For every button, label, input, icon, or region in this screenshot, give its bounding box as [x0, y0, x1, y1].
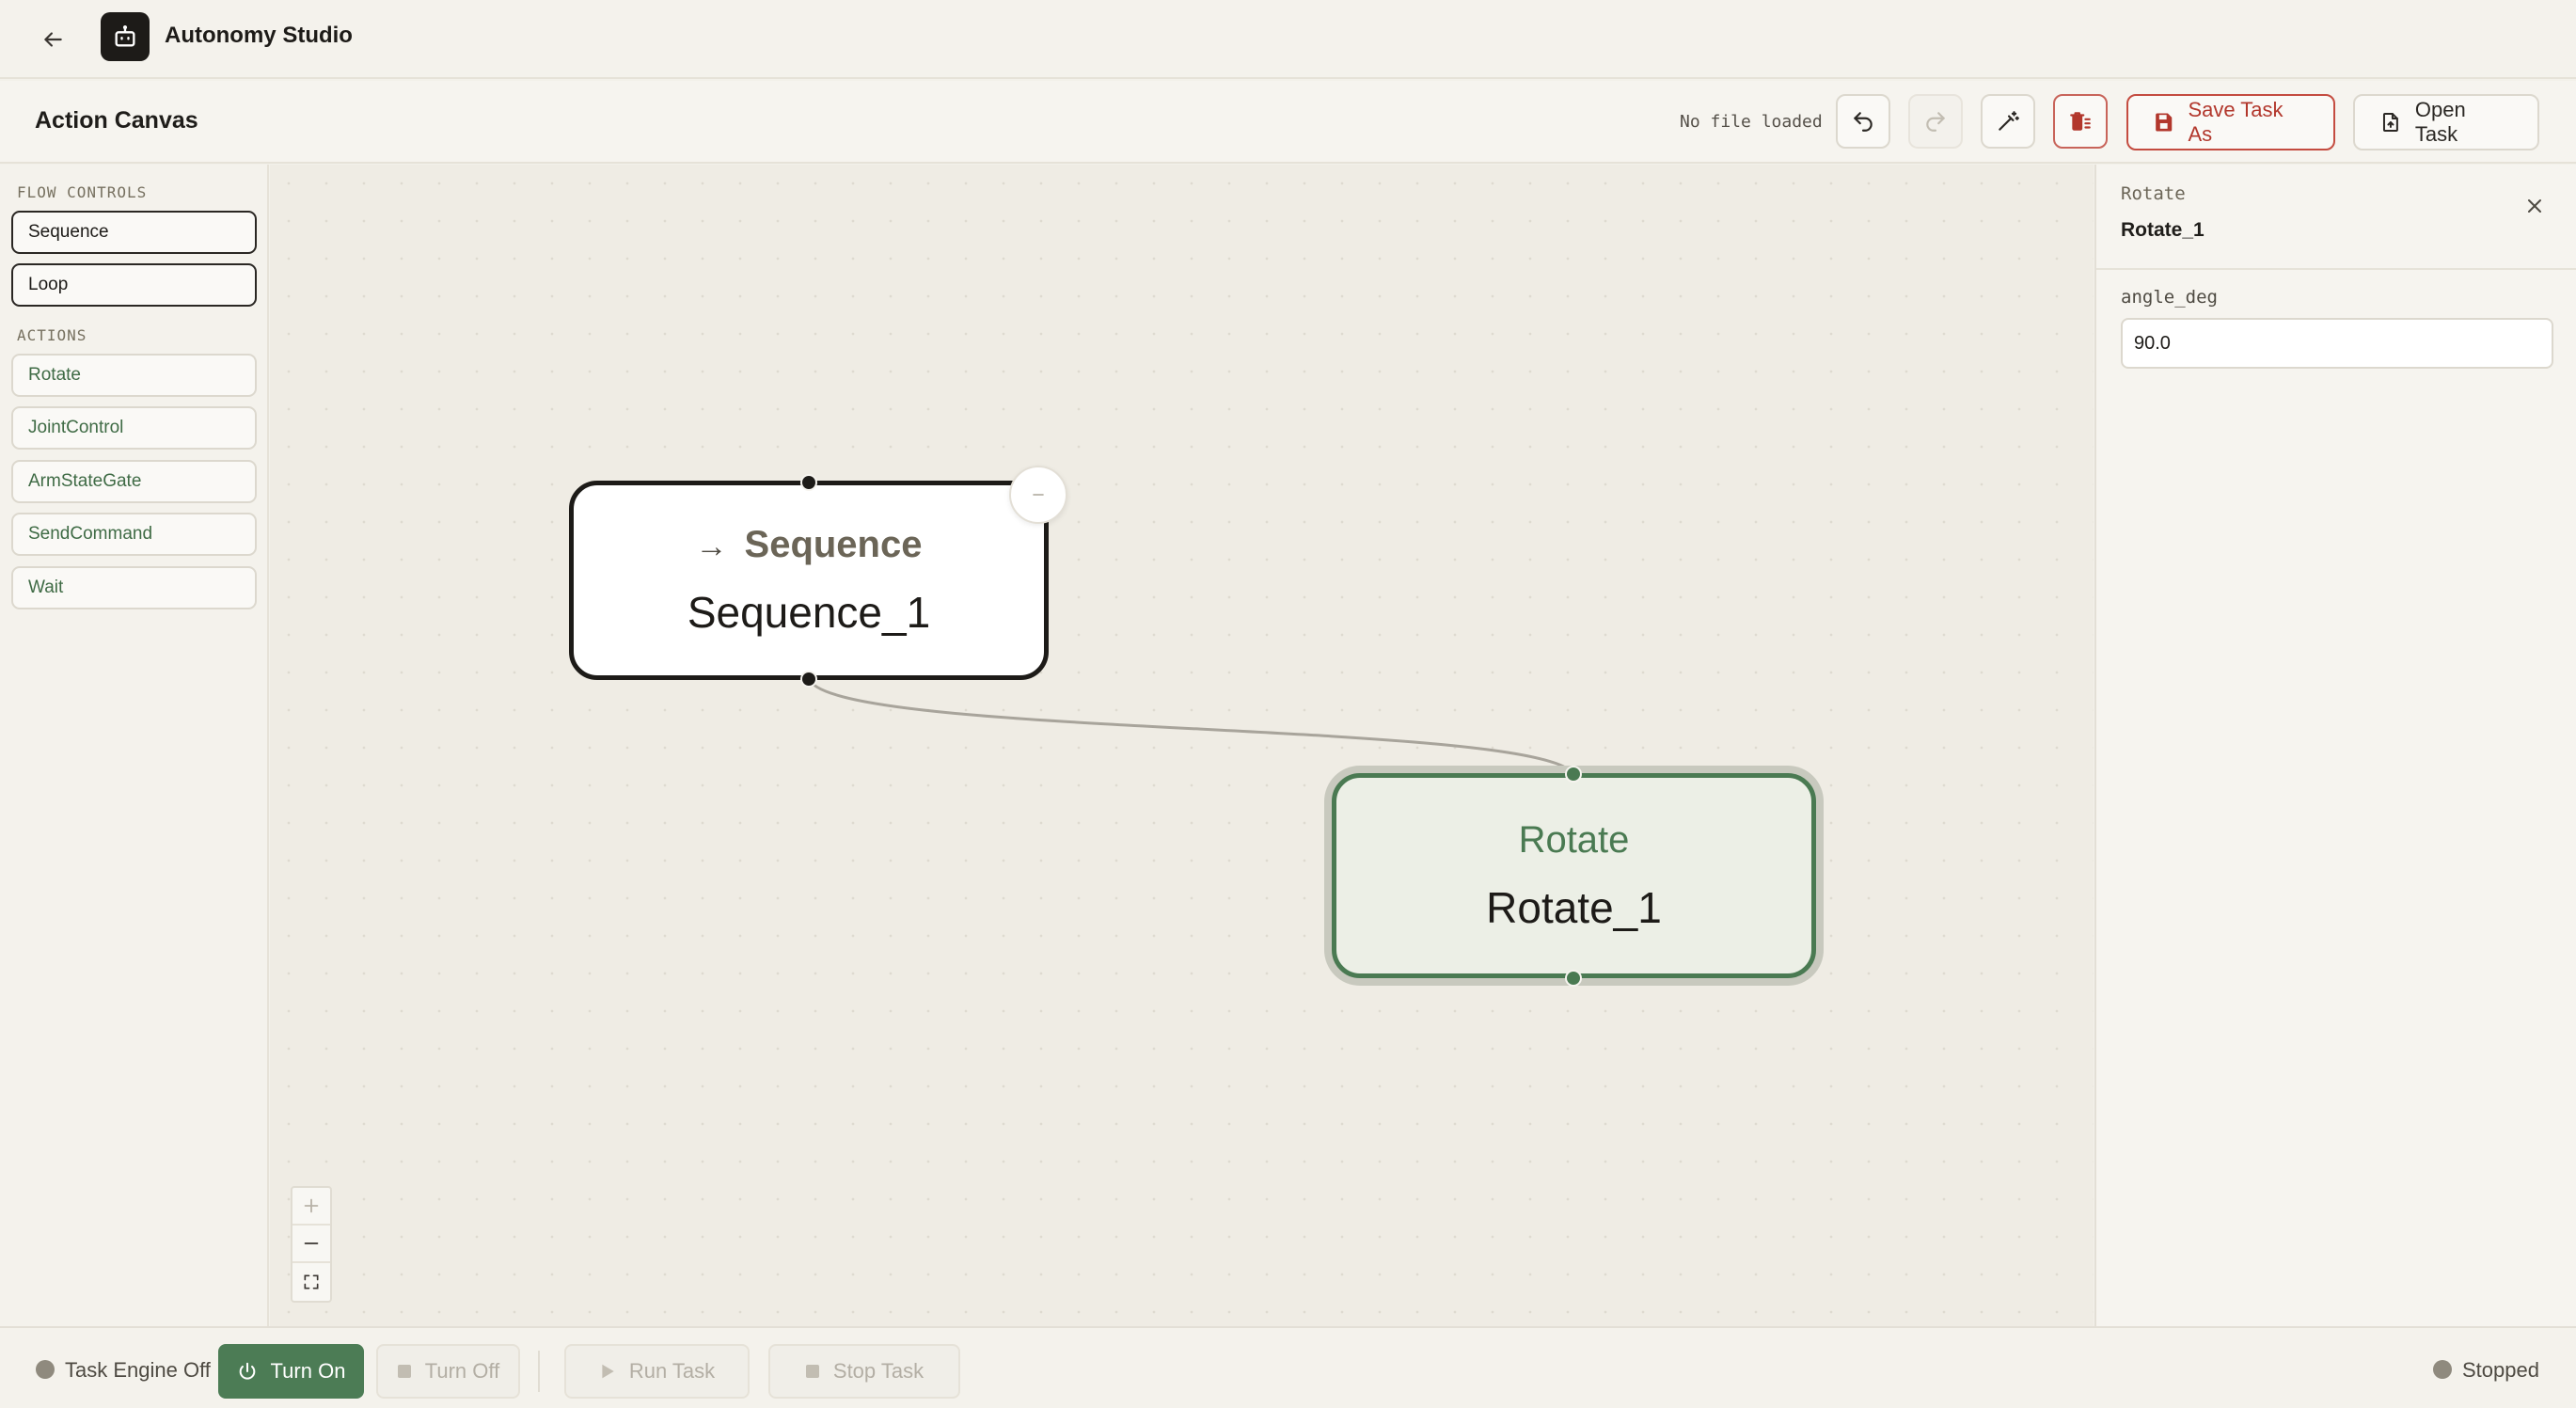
palette-item-jointcontrol[interactable]: JointControl — [11, 406, 257, 450]
run-status-label: Stopped — [2462, 1358, 2539, 1382]
run-task-button[interactable]: Run Task — [564, 1344, 750, 1399]
palette-item-armstategate[interactable]: ArmStateGate — [11, 460, 257, 503]
canvas-title: Action Canvas — [35, 107, 198, 134]
node-input-handle[interactable] — [800, 474, 817, 491]
power-icon — [239, 1362, 255, 1380]
node-palette: FLOW CONTROLS Sequence Loop ACTIONS Rota… — [0, 165, 269, 1326]
zoom-in-button[interactable] — [292, 1188, 330, 1226]
status-bar: Task Engine Off Turn On Turn Off Run Tas… — [0, 1326, 2576, 1408]
inspector-divider — [2096, 268, 2576, 270]
app-logo — [101, 12, 150, 61]
canvas-toolbar: Action Canvas No file loaded Save Task A… — [0, 81, 2576, 164]
save-task-as-button[interactable]: Save Task As — [2126, 94, 2335, 150]
inspector-node-name: Rotate_1 — [2121, 219, 2205, 241]
palette-item-rotate[interactable]: Rotate — [11, 354, 257, 397]
action-canvas[interactable]: → Sequence Sequence_1 Rotate Rotate_1 — [270, 165, 2094, 1326]
node-type-label: Rotate — [1518, 818, 1630, 861]
status-bar-separator — [538, 1351, 540, 1392]
turn-on-button[interactable]: Turn On — [218, 1344, 364, 1399]
collapse-node-button[interactable] — [1009, 466, 1067, 524]
magic-wand-icon — [1999, 111, 2019, 131]
minus-icon — [304, 1242, 319, 1244]
run-task-label: Run Task — [628, 1359, 716, 1383]
palette-item-wait[interactable]: Wait — [11, 566, 257, 609]
node-type-label: → Sequence — [696, 524, 923, 566]
close-icon — [2528, 199, 2541, 213]
turn-on-label: Turn On — [270, 1359, 346, 1383]
node-output-handle[interactable] — [800, 671, 817, 688]
arrow-right-icon: → — [695, 528, 728, 564]
stop-task-label: Stop Task — [832, 1359, 925, 1383]
palette-item-sequence[interactable]: Sequence — [11, 211, 257, 254]
stop-task-button[interactable]: Stop Task — [768, 1344, 960, 1399]
play-icon — [602, 1364, 614, 1379]
robot-icon — [115, 24, 135, 47]
app-bar: Autonomy Studio — [0, 0, 2576, 79]
file-status: No file loaded — [1680, 112, 1823, 132]
node-name-label: Sequence_1 — [687, 587, 931, 637]
angle-deg-label: angle_deg — [2121, 287, 2218, 308]
node-input-handle[interactable] — [1565, 766, 1582, 783]
fit-view-icon — [304, 1274, 319, 1289]
zoom-controls — [291, 1186, 332, 1303]
save-task-as-label: Save Task As — [2188, 98, 2284, 146]
node-type-text: Sequence — [744, 523, 923, 565]
node-name-label: Rotate_1 — [1486, 882, 1662, 932]
run-status-dot — [2433, 1360, 2452, 1379]
turn-off-button[interactable]: Turn Off — [376, 1344, 520, 1399]
save-icon — [2156, 113, 2173, 132]
engine-status-dot — [36, 1360, 55, 1379]
clear-canvas-button[interactable] — [2053, 94, 2108, 149]
inspector-node-type: Rotate — [2121, 183, 2186, 204]
actions-heading: ACTIONS — [17, 326, 87, 344]
fit-view-button[interactable] — [292, 1263, 330, 1301]
flow-controls-heading: FLOW CONTROLS — [17, 183, 148, 201]
node-sequence-1[interactable]: → Sequence Sequence_1 — [569, 481, 1049, 680]
app-title: Autonomy Studio — [165, 23, 353, 48]
palette-item-loop[interactable]: Loop — [11, 263, 257, 307]
close-inspector-button[interactable] — [2516, 187, 2553, 225]
plus-icon — [304, 1198, 319, 1213]
palette-item-sendcommand[interactable]: SendCommand — [11, 513, 257, 556]
stop-square-icon — [805, 1365, 819, 1378]
zoom-out-button[interactable] — [292, 1226, 330, 1263]
auto-layout-button[interactable] — [1981, 94, 2035, 149]
angle-deg-input[interactable] — [2121, 318, 2553, 369]
redo-button[interactable] — [1908, 94, 1963, 149]
trash-icon — [2070, 112, 2091, 131]
engine-status-label: Task Engine Off — [65, 1358, 211, 1382]
open-task-label: Open Task — [2414, 98, 2466, 146]
turn-off-label: Turn Off — [424, 1359, 500, 1383]
minus-icon — [1033, 494, 1044, 496]
node-rotate-1[interactable]: Rotate Rotate_1 — [1332, 773, 1816, 978]
file-icon — [2382, 113, 2398, 132]
arrow-left-icon — [44, 32, 62, 47]
edge-sequence-to-rotate[interactable] — [270, 165, 2094, 1326]
redo-icon — [1926, 112, 1945, 132]
node-output-handle[interactable] — [1565, 970, 1582, 987]
undo-button[interactable] — [1836, 94, 1890, 149]
stop-square-icon — [397, 1365, 411, 1378]
open-task-button[interactable]: Open Task — [2353, 94, 2539, 150]
undo-icon — [1854, 112, 1873, 132]
back-button[interactable] — [34, 21, 71, 58]
node-inspector: Rotate Rotate_1 angle_deg — [2094, 165, 2576, 1326]
